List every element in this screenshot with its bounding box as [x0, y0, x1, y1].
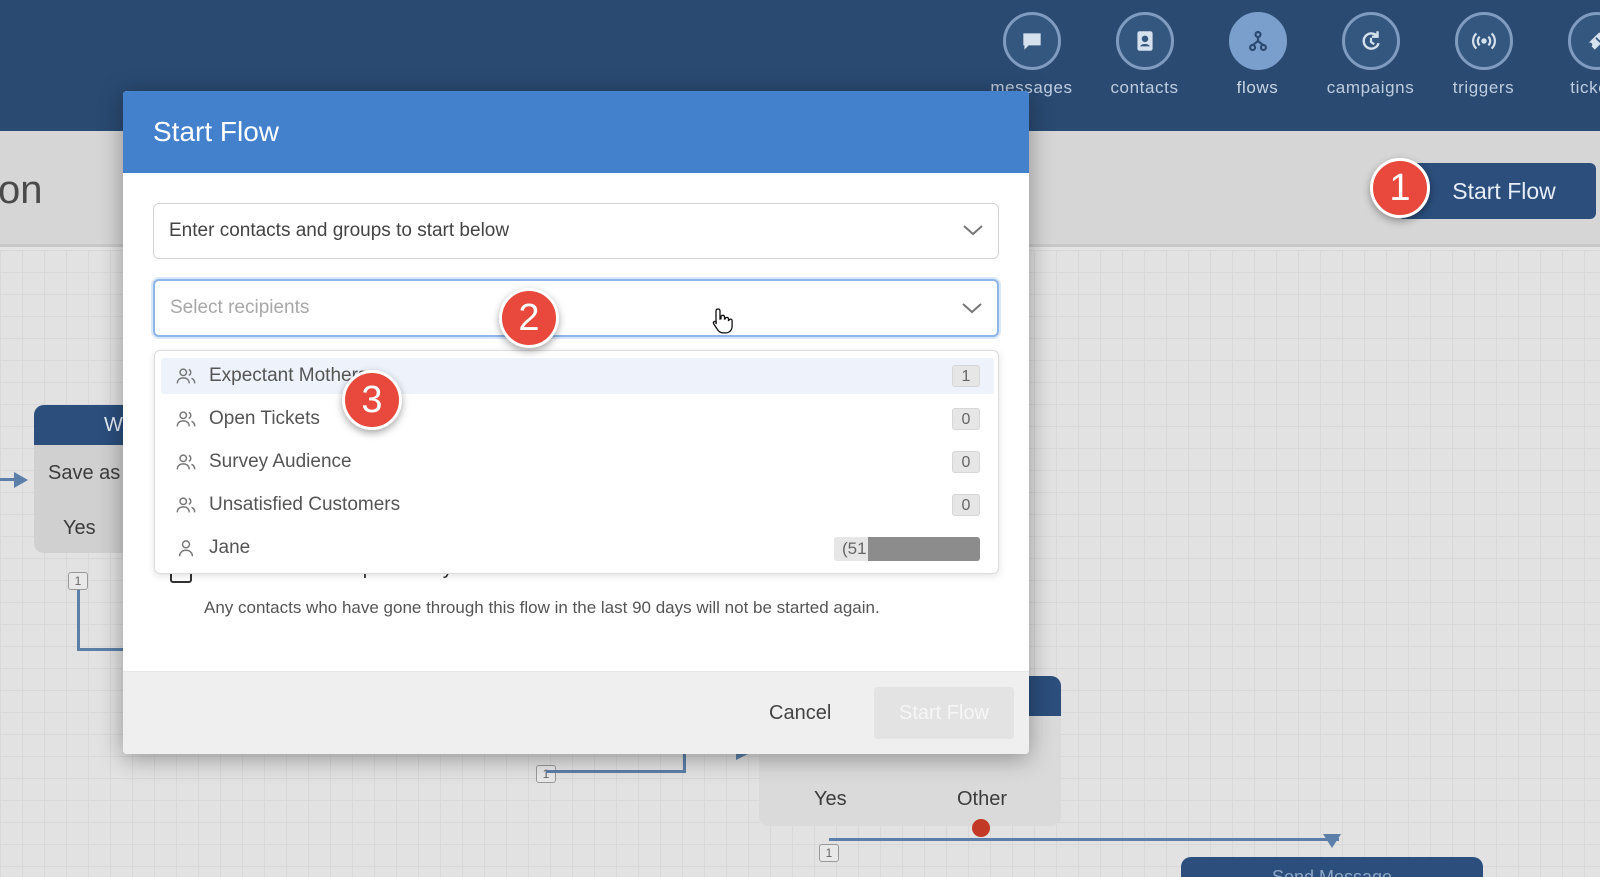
nav-flows[interactable]: flows	[1201, 12, 1314, 98]
dropdown-option-group[interactable]: Expectant Mothers 1	[161, 358, 994, 394]
dropdown-option-group[interactable]: Unsatisfied Customers 0	[161, 487, 994, 523]
start-mode-select[interactable]: Enter contacts and groups to start below	[153, 203, 999, 259]
connector-arrow	[1323, 834, 1341, 848]
nav-triggers[interactable]: triggers	[1427, 12, 1540, 98]
page-title: on	[0, 168, 43, 212]
connector-arrow	[14, 472, 28, 488]
nav-label: flows	[1236, 78, 1279, 97]
chevron-down-icon	[963, 225, 983, 236]
nav-label: tickets	[1570, 78, 1600, 97]
connector-line	[77, 648, 125, 651]
path-count: 1	[536, 765, 556, 783]
option-count: 1	[952, 365, 980, 387]
flow-tree-icon	[1228, 12, 1287, 70]
recipients-input[interactable]: Select recipients	[153, 279, 999, 337]
dropdown-option-contact[interactable]: Jane (51	[161, 530, 994, 566]
group-icon	[176, 497, 196, 513]
contact-phone-text: (51	[842, 539, 867, 558]
nav-tickets[interactable]: tickets	[1540, 12, 1600, 98]
dropdown-option-group[interactable]: Survey Audience 0	[161, 444, 994, 480]
connector-line	[683, 752, 686, 773]
main-nav: messages contacts flows campaigns trigge…	[975, 12, 1600, 98]
cancel-button[interactable]: Cancel	[769, 702, 831, 725]
modal-title: Start Flow	[123, 91, 1029, 173]
campaign-clock-icon	[1341, 12, 1400, 70]
option-label: Unsatisfied Customers	[209, 494, 401, 515]
path-count: 1	[68, 572, 88, 590]
option-count: 0	[952, 494, 980, 516]
nav-label: triggers	[1452, 78, 1515, 97]
option-label: Expectant Mothers	[209, 365, 368, 386]
dropdown-option-group[interactable]: Open Tickets 0	[161, 401, 994, 437]
redaction-block	[868, 537, 980, 561]
nav-campaigns[interactable]: campaigns	[1314, 12, 1427, 98]
option-label: Survey Audience	[209, 451, 352, 472]
recipients-dropdown: Expectant Mothers 1 Open Tickets 0 Surve…	[154, 350, 999, 574]
exit-handle[interactable]	[972, 819, 990, 837]
option-count: 0	[952, 451, 980, 473]
option-count: 0	[952, 408, 980, 430]
connector-line	[77, 590, 80, 650]
start-flow-submit-button[interactable]: Start Flow	[874, 687, 1014, 739]
ticket-icon	[1567, 12, 1600, 70]
nav-label: contacts	[1110, 78, 1179, 97]
step-badge-2: 2	[499, 288, 559, 348]
modal-footer: Cancel Start Flow	[123, 671, 1029, 754]
step-badge-3: 3	[342, 370, 402, 430]
contact-phone: (51	[834, 537, 980, 561]
chevron-down-icon	[962, 303, 982, 314]
group-icon	[176, 368, 196, 384]
send-message-node[interactable]: Send Message	[1181, 857, 1483, 877]
contact-card-icon	[1115, 12, 1174, 70]
nav-label: campaigns	[1326, 78, 1415, 97]
option-label: Open Tickets	[209, 408, 320, 429]
node-action-text: Save as	[48, 462, 121, 484]
nav-contacts[interactable]: contacts	[1088, 12, 1201, 98]
connector-line	[546, 770, 686, 773]
hand-cursor-icon	[712, 308, 733, 334]
person-icon	[178, 540, 194, 557]
node-exit-yes: Yes	[63, 517, 96, 539]
group-icon	[176, 411, 196, 427]
step-badge-1: 1	[1370, 158, 1430, 218]
node-exit-other: Other	[957, 788, 1008, 810]
start-mode-value: Enter contacts and groups to start below	[169, 220, 510, 241]
broadcast-icon	[1454, 12, 1513, 70]
path-count: 1	[819, 844, 839, 862]
connector-line	[829, 838, 1339, 841]
nav-messages[interactable]: messages	[975, 12, 1088, 98]
group-icon	[176, 454, 196, 470]
chat-bubble-icon	[1002, 12, 1061, 70]
node-header: W	[34, 405, 134, 445]
exclude-help-text: Any contacts who have gone through this …	[204, 598, 880, 617]
option-label: Jane	[209, 537, 251, 558]
node-exit-yes: Yes	[814, 788, 847, 810]
recipients-placeholder: Select recipients	[170, 297, 310, 318]
